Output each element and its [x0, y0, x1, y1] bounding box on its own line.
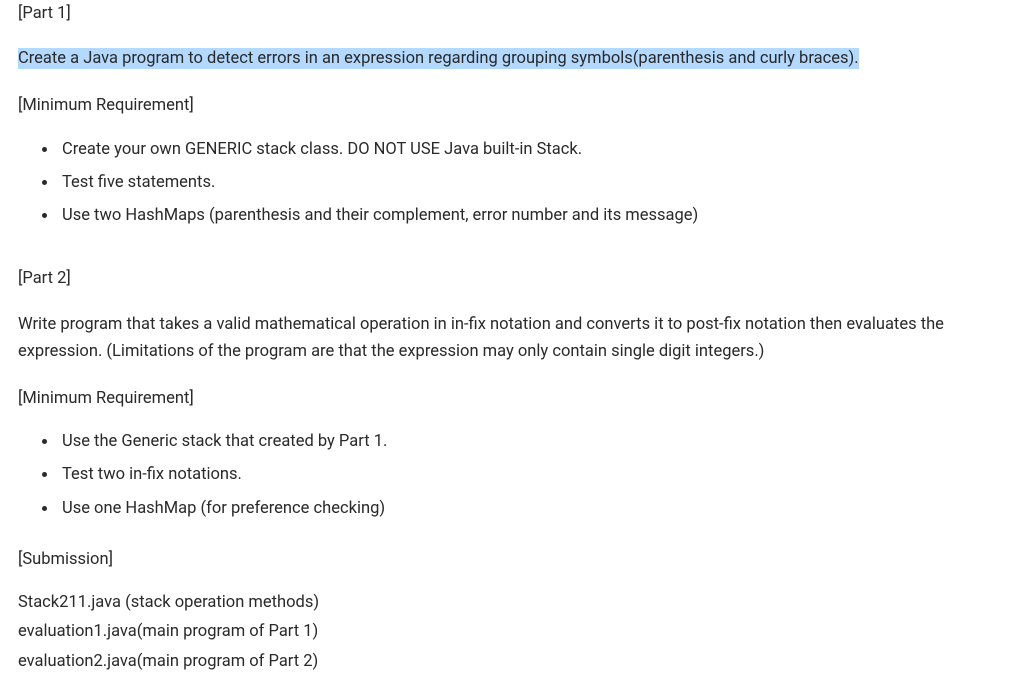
part2-min-req-label: [Minimum Requirement]	[18, 385, 1006, 412]
part2-label: [Part 2]	[18, 265, 1006, 292]
part2-requirements-list: Use the Generic stack that created by Pa…	[18, 428, 1006, 522]
list-item: Use the Generic stack that created by Pa…	[58, 428, 1006, 455]
submission-label: [Submission]	[18, 546, 1006, 573]
list-item: Use one HashMap (for preference checking…	[58, 495, 1006, 522]
list-item: Create your own GENERIC stack class. DO …	[58, 136, 1006, 163]
part1-label: [Part 1]	[18, 0, 1006, 27]
submission-file: evaluation1.java(main program of Part 1)	[18, 618, 1006, 645]
part1-description-wrapper: Create a Java program to detect errors i…	[18, 45, 1006, 72]
list-item: Test five statements.	[58, 169, 1006, 196]
part2-description: Write program that takes a valid mathema…	[18, 311, 1006, 365]
list-item: Use two HashMaps (parenthesis and their …	[58, 202, 1006, 229]
submission-file: Stack211.java (stack operation methods)	[18, 589, 1006, 616]
list-item: Test two in-fix notations.	[58, 461, 1006, 488]
submission-files: Stack211.java (stack operation methods) …	[18, 589, 1006, 675]
part1-description[interactable]: Create a Java program to detect errors i…	[18, 48, 859, 69]
part1-min-req-label: [Minimum Requirement]	[18, 92, 1006, 119]
submission-file: evaluation2.java(main program of Part 2)	[18, 648, 1006, 675]
part1-requirements-list: Create your own GENERIC stack class. DO …	[18, 136, 1006, 230]
